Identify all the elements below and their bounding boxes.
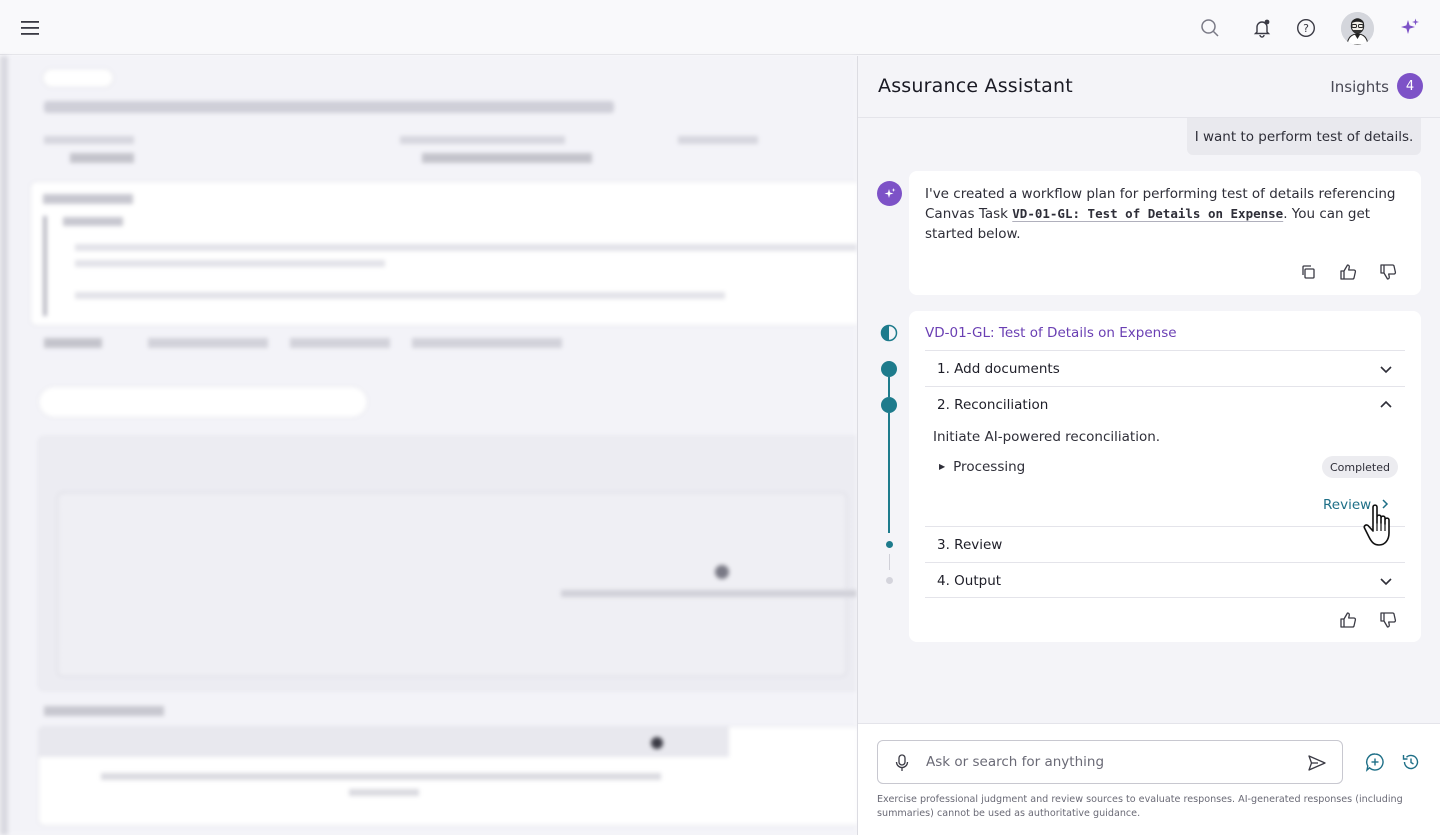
timeline-connector <box>889 554 890 570</box>
blurred-tab <box>412 338 562 348</box>
thumbs-down-icon[interactable] <box>1374 258 1402 286</box>
ai-assistant-icon <box>877 181 902 206</box>
blurred-meta <box>400 136 565 144</box>
microphone-icon[interactable] <box>888 749 916 777</box>
bell-icon[interactable] <box>1246 12 1278 44</box>
copy-icon[interactable] <box>1294 258 1322 286</box>
blurred-tab <box>44 338 102 348</box>
history-icon[interactable] <box>1397 748 1425 776</box>
background-app-blurred <box>0 56 857 835</box>
step-2-dot <box>881 397 897 413</box>
timeline-connector <box>888 413 890 533</box>
step-label: 2. Reconciliation <box>937 397 1049 413</box>
thumbs-down-icon[interactable] <box>1374 606 1402 634</box>
step-3-dot <box>886 541 893 548</box>
blurred-automation-table <box>38 726 857 826</box>
send-icon[interactable] <box>1303 749 1331 777</box>
step-output[interactable]: 4. Output <box>925 562 1405 598</box>
sparkle-icon[interactable] <box>1394 12 1426 44</box>
ai-message-card: I've created a workflow plan for perform… <box>909 171 1421 295</box>
step-label: 3. Review <box>937 537 1003 553</box>
chevron-up-icon <box>1380 400 1392 408</box>
insights-button[interactable]: Insights <box>1330 78 1389 96</box>
step-label: 4. Output <box>937 573 1002 589</box>
thumbs-up-icon[interactable] <box>1334 258 1362 286</box>
step-reconciliation[interactable]: 2. Reconciliation <box>925 386 1405 422</box>
review-link[interactable]: Review <box>1323 497 1391 513</box>
blurred-meta <box>678 136 758 144</box>
status-badge: Completed <box>1322 456 1398 478</box>
user-message: I want to perform test of details. <box>1187 118 1421 155</box>
step-review[interactable]: 3. Review <box>925 526 1405 562</box>
blurred-meta <box>422 153 592 163</box>
review-link-label: Review <box>1323 497 1372 513</box>
step-1-dot <box>881 361 897 377</box>
new-chat-icon[interactable] <box>1361 748 1389 776</box>
blurred-tab <box>148 338 268 348</box>
assistant-footer: Exercise professional judgment and revie… <box>858 723 1440 835</box>
assistant-header: Assurance Assistant Insights 4 <box>858 56 1440 118</box>
blurred-heading <box>44 101 614 113</box>
workflow-status-icon <box>880 324 898 346</box>
thumbs-up-icon[interactable] <box>1334 606 1362 634</box>
caret-right-icon: ▶ <box>939 462 946 471</box>
blurred-meta <box>44 136 134 144</box>
help-icon[interactable]: ? <box>1290 12 1322 44</box>
search-icon[interactable] <box>1194 12 1226 44</box>
blurred-meta <box>70 153 134 163</box>
reconciliation-description: Initiate AI-powered reconciliation. <box>933 429 1161 445</box>
insights-count-badge[interactable]: 4 <box>1397 73 1423 99</box>
blurred-tab <box>290 338 390 348</box>
workflow-card: VD-01-GL: Test of Details on Expense 1. … <box>909 311 1421 642</box>
avatar[interactable] <box>1341 12 1374 45</box>
chat-input[interactable] <box>926 751 1296 773</box>
chevron-down-icon <box>1380 578 1392 586</box>
assistant-title: Assurance Assistant <box>878 75 1073 97</box>
chevron-right-icon <box>1382 499 1389 509</box>
step-label: 1. Add documents <box>937 361 1060 377</box>
blurred-description-card <box>30 181 857 326</box>
processing-label: Processing <box>953 459 1026 475</box>
blurred-dropzone <box>38 436 857 691</box>
task-reference-link[interactable]: VD-01-GL: Test of Details on Expense <box>1012 206 1283 221</box>
workflow-title-link[interactable]: VD-01-GL: Test of Details on Expense <box>925 325 1177 341</box>
assistant-panel: Assurance Assistant Insights 4 I want to… <box>857 56 1440 835</box>
processing-toggle[interactable]: ▶ Processing <box>939 459 1025 475</box>
menu-icon[interactable] <box>14 12 46 44</box>
top-bar: ? <box>0 0 1440 55</box>
blurred-section-title <box>44 706 164 716</box>
step-4-dot <box>886 577 893 584</box>
left-rail <box>0 56 8 835</box>
timeline-connector <box>888 377 890 397</box>
blurred-filter-bar <box>38 386 368 418</box>
disclaimer-text: Exercise professional judgment and revie… <box>877 794 1403 819</box>
chevron-down-icon <box>1380 366 1392 374</box>
step-add-documents[interactable]: 1. Add documents <box>925 350 1405 386</box>
chat-input-box <box>877 740 1343 784</box>
svg-text:?: ? <box>1303 22 1309 35</box>
back-chip <box>42 68 114 88</box>
ai-message-text: I've created a workflow plan for perform… <box>925 184 1405 244</box>
